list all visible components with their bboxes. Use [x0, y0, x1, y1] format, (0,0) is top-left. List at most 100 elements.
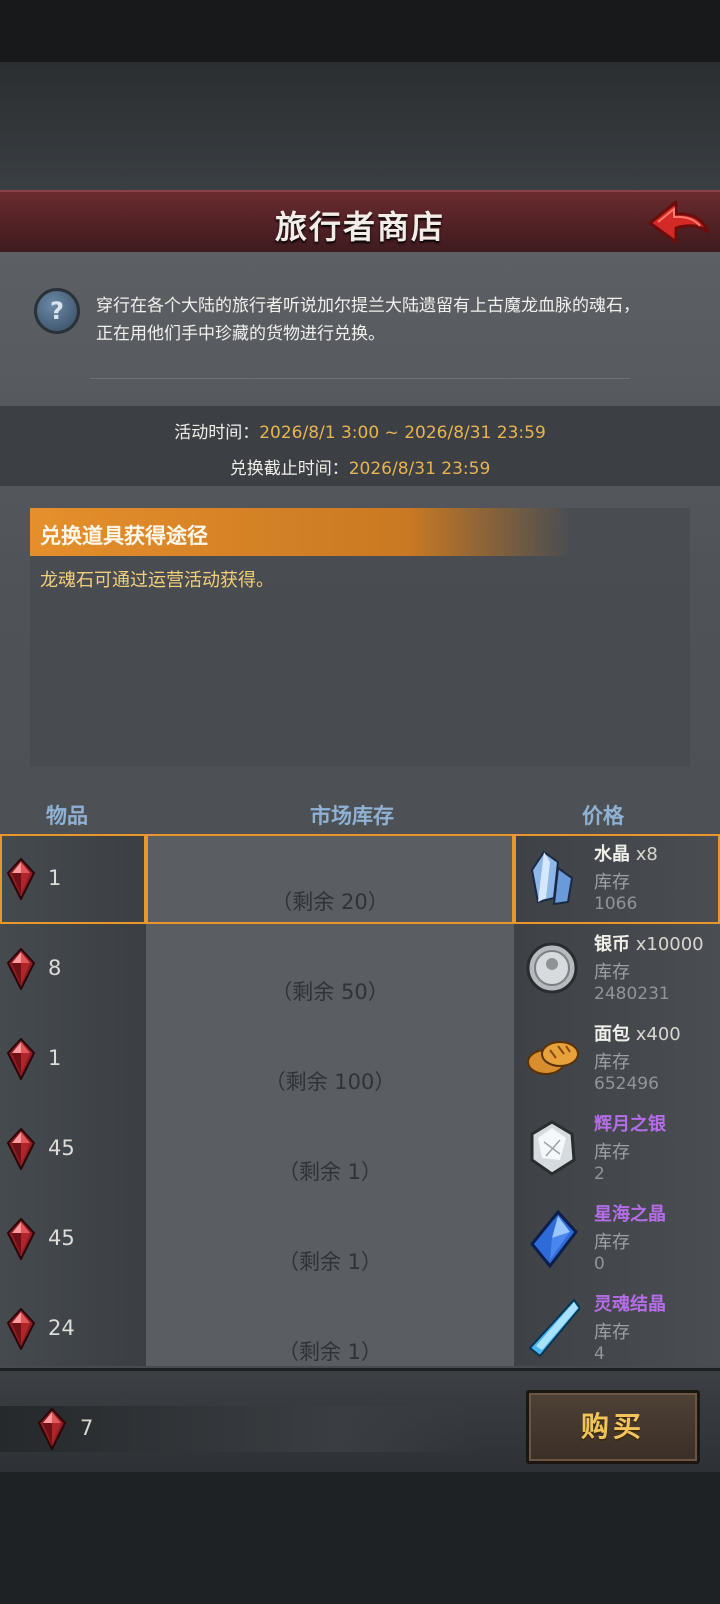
silver-coin-icon: [526, 942, 578, 994]
reward-cell: 灵魂结晶库存 4: [514, 1284, 720, 1366]
market-stock-cell: （剩余 20）: [146, 834, 514, 925]
reward-cell: 银币 x10000 库存 2480231: [514, 924, 720, 1015]
cost-cell: 45: [0, 1104, 146, 1195]
column-price: 价格: [582, 804, 624, 828]
reward-name: 灵魂结晶: [594, 1290, 666, 1316]
remaining-count: （剩余 1）: [277, 1160, 383, 1184]
remaining-count: （剩余 20）: [271, 890, 389, 914]
inventory-value: 4: [594, 1344, 605, 1364]
inventory-value: 2480231: [594, 984, 670, 1004]
inventory-value: 0: [594, 1254, 605, 1274]
reward-multiplier: x8: [630, 844, 658, 865]
inventory-label: 库存: [594, 1322, 630, 1343]
activity-time: 活动时间：2026/8/1 3:00 ~ 2026/8/31 23:59: [0, 418, 720, 443]
exchange-row[interactable]: 1 （剩余 100） 面包 x400 库存 652496: [0, 1014, 720, 1105]
reward-title: 星海之晶: [594, 1204, 666, 1225]
exchange-row[interactable]: 1 （剩余 20） 水晶 x8 库存 1066: [0, 834, 720, 925]
status-bar: [0, 0, 720, 62]
reward-title: 银币: [594, 934, 630, 955]
remaining-count: （剩余 1）: [277, 1340, 383, 1364]
exchange-list[interactable]: 1 （剩余 20） 水晶 x8 库存 1066 8 （剩余 50） 银币 x10000 库存 24…: [0, 834, 720, 1366]
dragon-soul-stone-icon: [6, 1128, 36, 1170]
inventory-value: 2: [594, 1164, 605, 1184]
reward-title: 水晶: [594, 844, 630, 865]
reward-title: 面包: [594, 1024, 630, 1045]
activity-time-value: 2026/8/1 3:00 ~ 2026/8/31 23:59: [259, 423, 546, 443]
exchange-row[interactable]: 8 （剩余 50） 银币 x10000 库存 2480231: [0, 924, 720, 1015]
inventory-label: 库存: [594, 1052, 630, 1073]
cost-cell: 1: [0, 834, 146, 925]
bread-icon: [527, 1041, 579, 1075]
reward-name: 面包 x400: [594, 1020, 681, 1046]
navigation-area: [0, 1472, 720, 1604]
owned-count: 7: [80, 1416, 94, 1440]
reward-multiplier: x400: [630, 1024, 681, 1045]
market-stock-cell: （剩余 1）: [146, 1104, 514, 1195]
cost-amount: 45: [48, 1136, 75, 1160]
dragon-soul-stone-icon: [6, 858, 36, 900]
remaining-count: （剩余 1）: [277, 1250, 383, 1274]
cost-cell: 1: [0, 1014, 146, 1105]
reward-name: 星海之晶: [594, 1200, 666, 1226]
dragon-soul-stone-icon: [6, 1218, 36, 1260]
background-upper: [0, 62, 720, 192]
crystal-icon: [530, 850, 574, 906]
reward-title: 灵魂结晶: [594, 1294, 666, 1315]
cost-cell: 8: [0, 924, 146, 1015]
exchange-row[interactable]: 45 （剩余 1） 星海之晶库存 0: [0, 1194, 720, 1285]
column-item: 物品: [46, 804, 88, 828]
inventory-label: 库存: [594, 872, 630, 893]
reward-title: 辉月之银: [594, 1114, 666, 1135]
dragon-soul-stone-icon: [6, 1038, 36, 1080]
title-bar: 旅行者商店: [0, 190, 720, 258]
inventory-value: 1066: [594, 894, 638, 914]
reward-cell: 水晶 x8 库存 1066: [514, 834, 720, 925]
reward-name: 水晶 x8: [594, 840, 658, 866]
reward-name: 辉月之银: [594, 1110, 666, 1136]
exchange-row[interactable]: 45 （剩余 1） 辉月之银库存 2: [0, 1104, 720, 1195]
reward-multiplier: x10000: [630, 934, 704, 955]
reward-name: 银币 x10000: [594, 930, 704, 956]
remaining-count: （剩余 50）: [271, 980, 389, 1004]
dragon-soul-stone-icon: [37, 1408, 67, 1450]
market-stock-cell: （剩余 50）: [146, 924, 514, 1015]
remaining-count: （剩余 100）: [264, 1070, 396, 1094]
market-stock-cell: （剩余 1）: [146, 1194, 514, 1285]
inventory-label: 库存: [594, 1232, 630, 1253]
deadline-label: 兑换截止时间：: [229, 459, 349, 479]
moon-silver-icon: [530, 1120, 576, 1176]
reward-cell: 辉月之银库存 2: [514, 1104, 720, 1195]
buy-button[interactable]: 购买: [526, 1390, 700, 1464]
market-stock-cell: （剩余 1）: [146, 1284, 514, 1366]
exchange-row[interactable]: 24 （剩余 1） 灵魂结晶库存 4: [0, 1284, 720, 1366]
dragon-soul-stone-icon: [6, 1308, 36, 1350]
market-stock-cell: （剩余 100）: [146, 1014, 514, 1105]
cost-amount: 8: [48, 956, 62, 980]
cost-amount: 1: [48, 1046, 62, 1070]
help-icon[interactable]: ?: [34, 288, 80, 334]
back-arrow-icon[interactable]: [646, 198, 712, 248]
inventory-label: 库存: [594, 962, 630, 983]
column-stock: 市场库存: [310, 804, 394, 828]
inventory-value: 652496: [594, 1074, 659, 1094]
inventory-label: 库存: [594, 1142, 630, 1163]
reward-cell: 面包 x400 库存 652496: [514, 1014, 720, 1105]
soul-crystal-icon: [528, 1298, 580, 1358]
star-crystal-icon: [530, 1209, 578, 1268]
page-title: 旅行者商店: [274, 208, 445, 246]
owned-strip: [0, 1406, 480, 1452]
cost-amount: 24: [48, 1316, 75, 1340]
cost-amount: 1: [48, 866, 62, 890]
cost-amount: 45: [48, 1226, 75, 1250]
acquire-title: 兑换道具获得途径: [40, 524, 208, 548]
acquire-text: 龙魂石可通过运营活动获得。: [40, 570, 274, 591]
cost-cell: 24: [0, 1284, 146, 1366]
dragon-soul-stone-icon: [6, 948, 36, 990]
deadline-value: 2026/8/31 23:59: [348, 459, 491, 479]
shop-description: 穿行在各个大陆的旅行者听说加尔提兰大陆遗留有上古魔龙血脉的魂石，正在用他们手中珍…: [96, 296, 640, 344]
cost-cell: 45: [0, 1194, 146, 1285]
reward-cell: 星海之晶库存 0: [514, 1194, 720, 1285]
divider: [90, 378, 630, 379]
deadline-time: 兑换截止时间：2026/8/31 23:59: [0, 454, 720, 479]
activity-time-label: 活动时间：: [174, 423, 260, 443]
